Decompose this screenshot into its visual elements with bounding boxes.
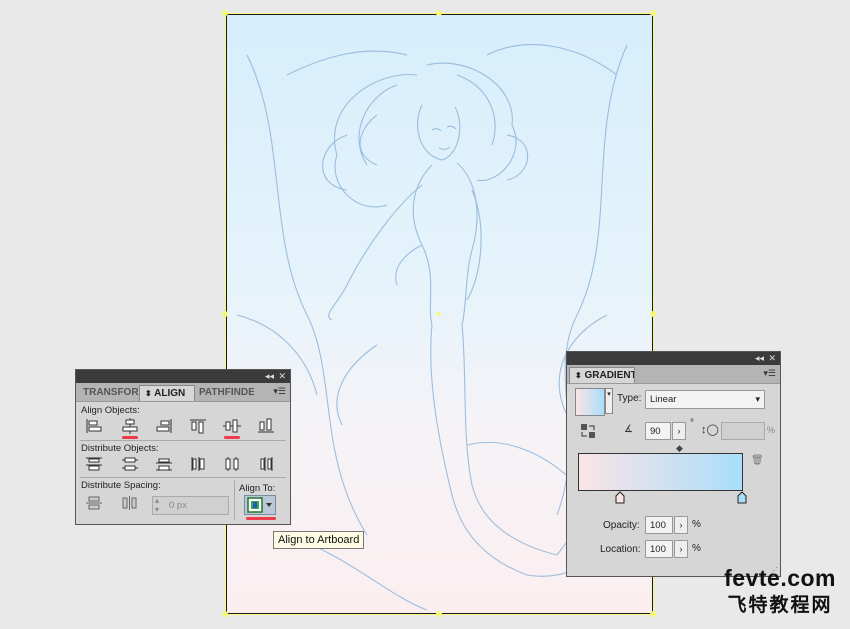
gradient-panel-titlebar[interactable]: ◂◂ ✕ xyxy=(567,352,780,365)
horizontal-distribute-space-icon[interactable] xyxy=(120,494,142,514)
selection-handle[interactable] xyxy=(222,311,228,317)
gradient-swatch[interactable] xyxy=(575,388,605,416)
horizontal-align-center-icon[interactable] xyxy=(120,417,142,437)
distribute-bottom-icon[interactable] xyxy=(154,455,176,475)
angle-value: 90 xyxy=(650,426,661,437)
collapse-icon[interactable]: ◂◂ xyxy=(265,370,274,383)
color-stop-start[interactable] xyxy=(615,491,625,507)
tab-transform[interactable]: TRANSFOR xyxy=(78,385,140,401)
tab-gradient[interactable]: ⬍ GRADIENT xyxy=(569,367,635,383)
tab-arrows-icon: ⬍ xyxy=(145,389,152,398)
tab-pathfinder[interactable]: PATHFINDE xyxy=(194,385,254,401)
opacity-unit: % xyxy=(692,519,701,530)
distribute-right-icon[interactable] xyxy=(256,455,278,475)
tab-align[interactable]: ⬍ ALIGN xyxy=(139,385,195,401)
align-to-artboard-button[interactable] xyxy=(244,495,276,515)
reverse-gradient-icon[interactable] xyxy=(579,422,597,440)
selection-handle[interactable] xyxy=(436,10,442,16)
type-label: Type: xyxy=(617,393,642,404)
vertical-align-bottom-icon[interactable] xyxy=(256,417,278,437)
divider xyxy=(80,477,286,478)
angle-icon: ∡ xyxy=(624,424,633,435)
selection-handle[interactable] xyxy=(650,611,656,617)
distribute-vertical-center-icon[interactable] xyxy=(120,455,142,475)
trash-icon[interactable]: 🗑 xyxy=(751,455,764,466)
angle-field[interactable]: 90 xyxy=(645,422,671,440)
site-watermark: fevte.com 飞特教程网 xyxy=(724,565,836,617)
center-point xyxy=(437,312,441,316)
gradient-panel: ◂◂ ✕ ⬍ GRADIENT ▾☰ ▾ Type: Linear ▾ ∡ 90… xyxy=(566,351,781,577)
gradient-ramp[interactable] xyxy=(578,453,743,491)
location-unit: % xyxy=(692,543,701,554)
tab-align-label: ALIGN xyxy=(154,388,186,399)
gradient-panel-tabs: ⬍ GRADIENT ▾☰ xyxy=(567,365,780,384)
vertical-align-top-icon[interactable] xyxy=(188,417,210,437)
angle-dropdown-icon[interactable]: › xyxy=(672,422,686,440)
close-icon[interactable]: ✕ xyxy=(278,370,286,383)
selection-handle[interactable] xyxy=(222,611,228,617)
align-objects-label: Align Objects: xyxy=(81,405,140,416)
swatch-dropdown-icon[interactable]: ▾ xyxy=(605,388,613,414)
chevron-down-icon: ▾ xyxy=(755,394,760,404)
align-panel: ◂◂ ✕ TRANSFOR ⬍ ALIGN PATHFINDE ▾☰ Align… xyxy=(75,369,291,525)
highlight-mark xyxy=(246,517,276,520)
opacity-label: Opacity: xyxy=(603,520,640,531)
location-label: Location: xyxy=(600,544,641,555)
panel-menu-icon[interactable]: ▾☰ xyxy=(763,368,776,379)
align-to-label: Align To: xyxy=(239,483,276,494)
color-stop-end[interactable] xyxy=(737,491,747,507)
align-panel-titlebar[interactable]: ◂◂ ✕ xyxy=(76,370,290,383)
opacity-field[interactable]: 100 xyxy=(645,516,673,534)
distribute-top-icon[interactable] xyxy=(84,455,106,475)
tab-gradient-label: GRADIENT xyxy=(584,370,635,381)
distribute-horizontal-center-icon[interactable] xyxy=(222,455,244,475)
stepper-arrows-icon: ▴ ▾ xyxy=(155,496,160,514)
location-value: 100 xyxy=(650,544,666,555)
selection-handle[interactable] xyxy=(222,10,228,16)
panel-menu-icon[interactable]: ▾☰ xyxy=(273,386,286,397)
vertical-align-center-icon[interactable] xyxy=(222,417,244,437)
selection-handle[interactable] xyxy=(650,311,656,317)
opacity-value: 100 xyxy=(650,520,666,531)
distribute-objects-label: Distribute Objects: xyxy=(81,443,159,454)
highlight-mark xyxy=(122,436,138,439)
watermark-chinese: 飞特教程网 xyxy=(727,594,833,616)
distribute-spacing-label: Distribute Spacing: xyxy=(81,480,161,491)
highlight-mark xyxy=(224,436,240,439)
align-to-artboard-tooltip: Align to Artboard xyxy=(273,531,365,549)
divider xyxy=(80,440,286,441)
aspect-ratio-unit: % xyxy=(767,425,776,435)
divider xyxy=(234,480,235,520)
horizontal-align-right-icon[interactable] xyxy=(154,417,176,437)
aspect-ratio-field xyxy=(721,422,765,440)
degree-unit: ° xyxy=(690,418,694,429)
close-icon[interactable]: ✕ xyxy=(768,352,776,365)
collapse-icon[interactable]: ◂◂ xyxy=(755,352,764,365)
type-value: Linear xyxy=(650,394,677,405)
vertical-distribute-space-icon[interactable] xyxy=(84,494,106,514)
location-field[interactable]: 100 xyxy=(645,540,673,558)
watermark-domain: fevte.com xyxy=(724,565,836,591)
tab-arrows-icon: ⬍ xyxy=(575,371,582,380)
selection-handle[interactable] xyxy=(436,611,442,617)
spacing-stepper[interactable]: ▴ ▾ 0 px xyxy=(152,496,229,515)
type-select[interactable]: Linear ▾ xyxy=(645,390,765,409)
aspect-ratio-icon: ↕◯ xyxy=(701,424,719,436)
distribute-left-icon[interactable] xyxy=(188,455,210,475)
opacity-dropdown-icon[interactable]: › xyxy=(674,516,688,534)
horizontal-align-left-icon[interactable] xyxy=(84,417,106,437)
spacing-value: 0 px xyxy=(169,500,187,511)
align-panel-tabs: TRANSFOR ⬍ ALIGN PATHFINDE ▾☰ xyxy=(76,383,290,402)
location-dropdown-icon[interactable]: › xyxy=(674,540,688,558)
selection-handle[interactable] xyxy=(650,10,656,16)
